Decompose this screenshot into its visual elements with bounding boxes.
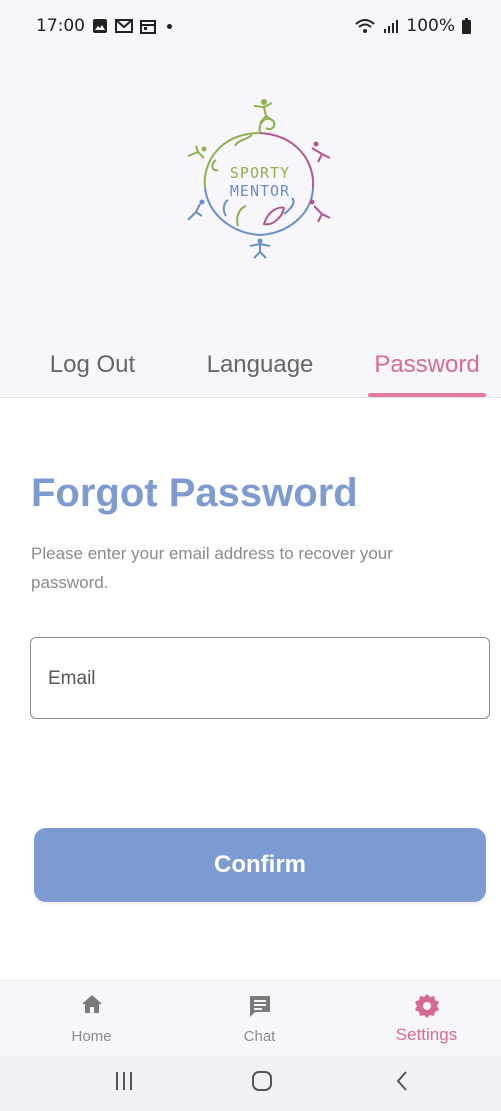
nav-label-chat: Chat (243, 1028, 276, 1045)
status-left: 17:00 (36, 16, 172, 36)
page-title: Forgot Password (31, 471, 358, 515)
signal-icon (383, 19, 399, 34)
page-subtitle: Please enter your email address to recov… (31, 544, 393, 592)
nav-label-settings: Settings (395, 1025, 458, 1044)
nav-label-home: Home (71, 1028, 112, 1045)
tab-language[interactable]: Language (195, 340, 325, 396)
gmail-icon (115, 19, 133, 33)
system-nav-bar (0, 1056, 501, 1111)
logo-text-mentor: MENTOR (229, 182, 291, 200)
gear-icon (414, 993, 440, 1024)
status-right: 100% (354, 16, 471, 36)
nav-item-home[interactable]: Home (8, 981, 175, 1057)
recent-apps-icon[interactable] (113, 1068, 135, 1097)
nav-item-settings[interactable]: Settings (343, 981, 501, 1057)
tab-log-out[interactable]: Log Out (30, 340, 155, 396)
battery-percent: 100% (406, 16, 455, 36)
battery-icon (462, 18, 471, 34)
status-time: 17:00 (36, 16, 85, 36)
sporty-mentor-logo: SPORTY MENTOR (180, 98, 340, 263)
settings-tabs: Log Out Language Password (0, 340, 501, 398)
bottom-nav: Home Chat Settings (0, 980, 501, 1056)
back-icon[interactable] (392, 1068, 412, 1097)
tab-password[interactable]: Password (362, 340, 492, 396)
wifi-icon (354, 18, 376, 34)
email-field[interactable] (30, 637, 490, 720)
nav-item-chat[interactable]: Chat (176, 981, 343, 1057)
confirm-button[interactable]: Confirm (34, 828, 486, 902)
logo-text-sporty: SPORTY (229, 164, 291, 182)
chat-icon (247, 993, 273, 1024)
email-input[interactable] (46, 638, 470, 720)
status-bar: 17:00 100% (0, 0, 501, 52)
home-circle-icon[interactable] (250, 1068, 274, 1097)
notification-dot (167, 23, 172, 29)
gallery-icon (92, 18, 108, 34)
forgot-password-panel: Forgot Password Please enter your email … (0, 398, 501, 980)
calendar-icon (140, 19, 156, 34)
home-icon (80, 993, 104, 1020)
